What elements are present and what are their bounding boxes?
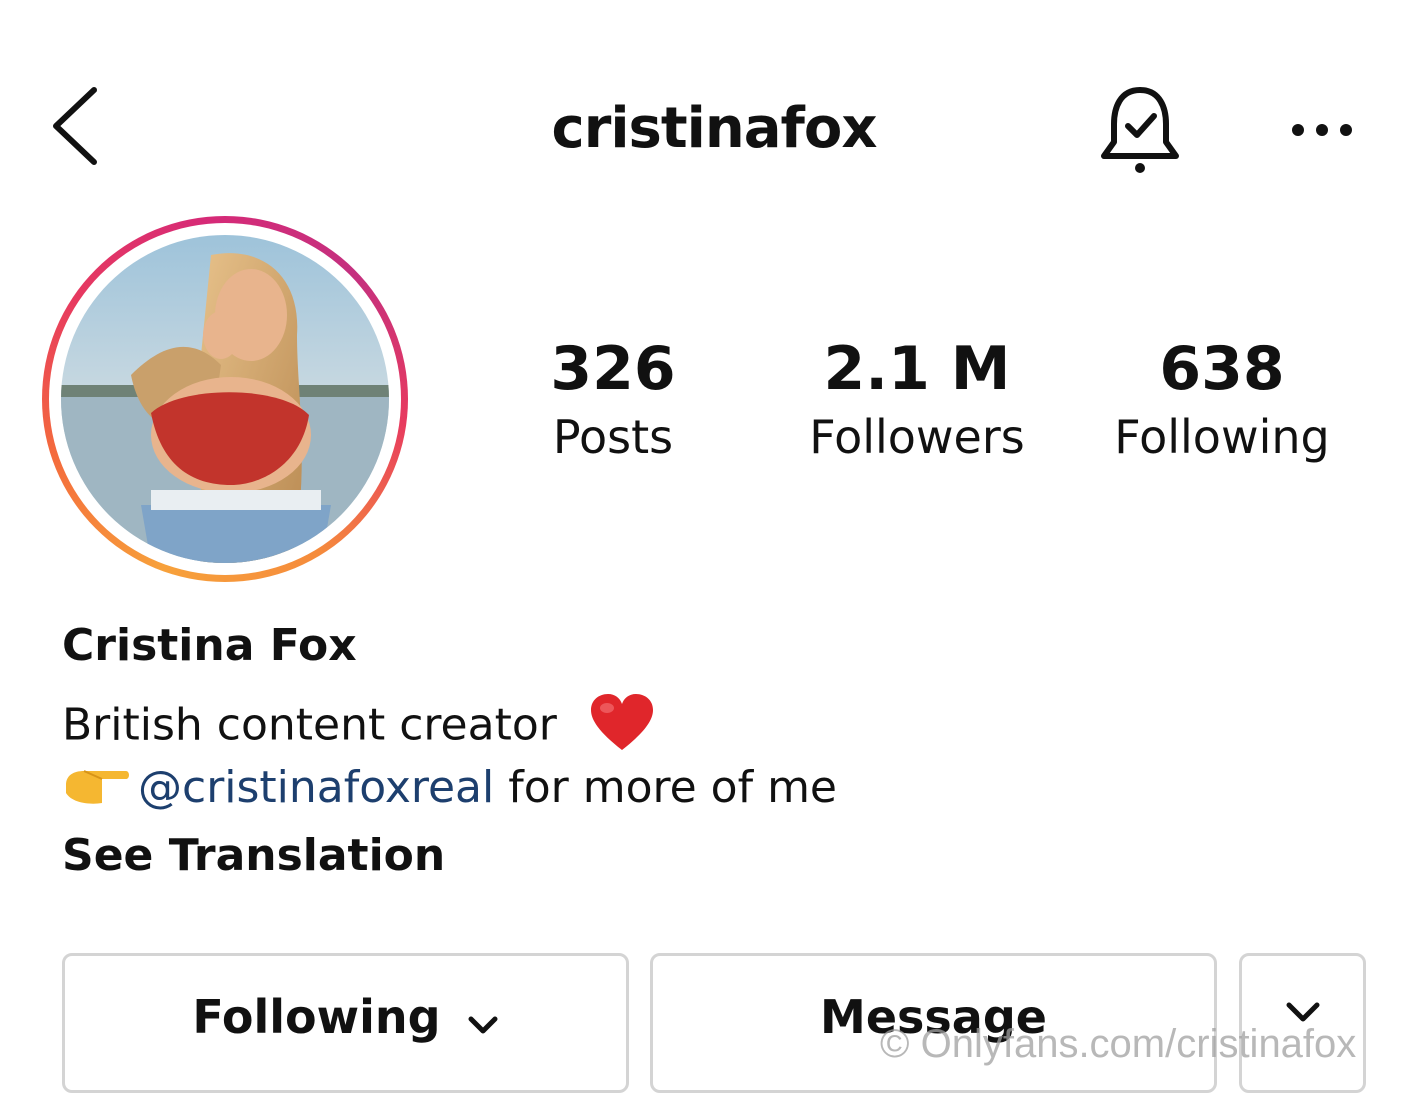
pointing-right-emoji-icon [62,763,132,818]
following-count: 638 [1159,334,1285,404]
message-button-label: Message [820,990,1047,1044]
chevron-down-icon [1285,990,1321,1044]
bio-text-suffix: for more of me [494,762,837,813]
more-horizontal-icon [1292,124,1352,136]
story-avatar[interactable] [42,216,408,582]
followers-count: 2.1 M [823,334,1011,404]
stat-following[interactable]: 638 Following [1072,332,1372,468]
suggested-accounts-button[interactable] [1239,953,1366,1093]
bio-line-2: @cristinafoxreal for more of me [62,762,837,818]
following-button[interactable]: Following [62,953,629,1093]
message-button[interactable]: Message [650,953,1217,1093]
more-options-button[interactable] [1284,108,1364,152]
bio-line-1: British content creator [62,692,655,763]
notifications-button[interactable] [1094,82,1186,178]
posts-count: 326 [550,334,676,404]
profile-username-title: cristinafox [551,96,878,161]
stat-followers[interactable]: 2.1 M Followers [767,332,1067,468]
following-button-label: Following [192,990,441,1044]
see-translation-link[interactable]: See Translation [62,830,445,881]
profile-photo [61,235,389,563]
bio-mention-link[interactable]: @cristinafoxreal [138,762,494,813]
red-heart-emoji-icon [589,692,655,763]
stat-posts[interactable]: 326 Posts [463,332,763,468]
followers-label: Followers [809,410,1025,464]
bell-check-icon [1101,87,1179,173]
profile-full-name: Cristina Fox [62,620,357,671]
posts-label: Posts [552,410,674,464]
chevron-down-icon [467,994,499,1048]
following-label: Following [1114,410,1330,464]
bio-text: British content creator [62,699,557,751]
